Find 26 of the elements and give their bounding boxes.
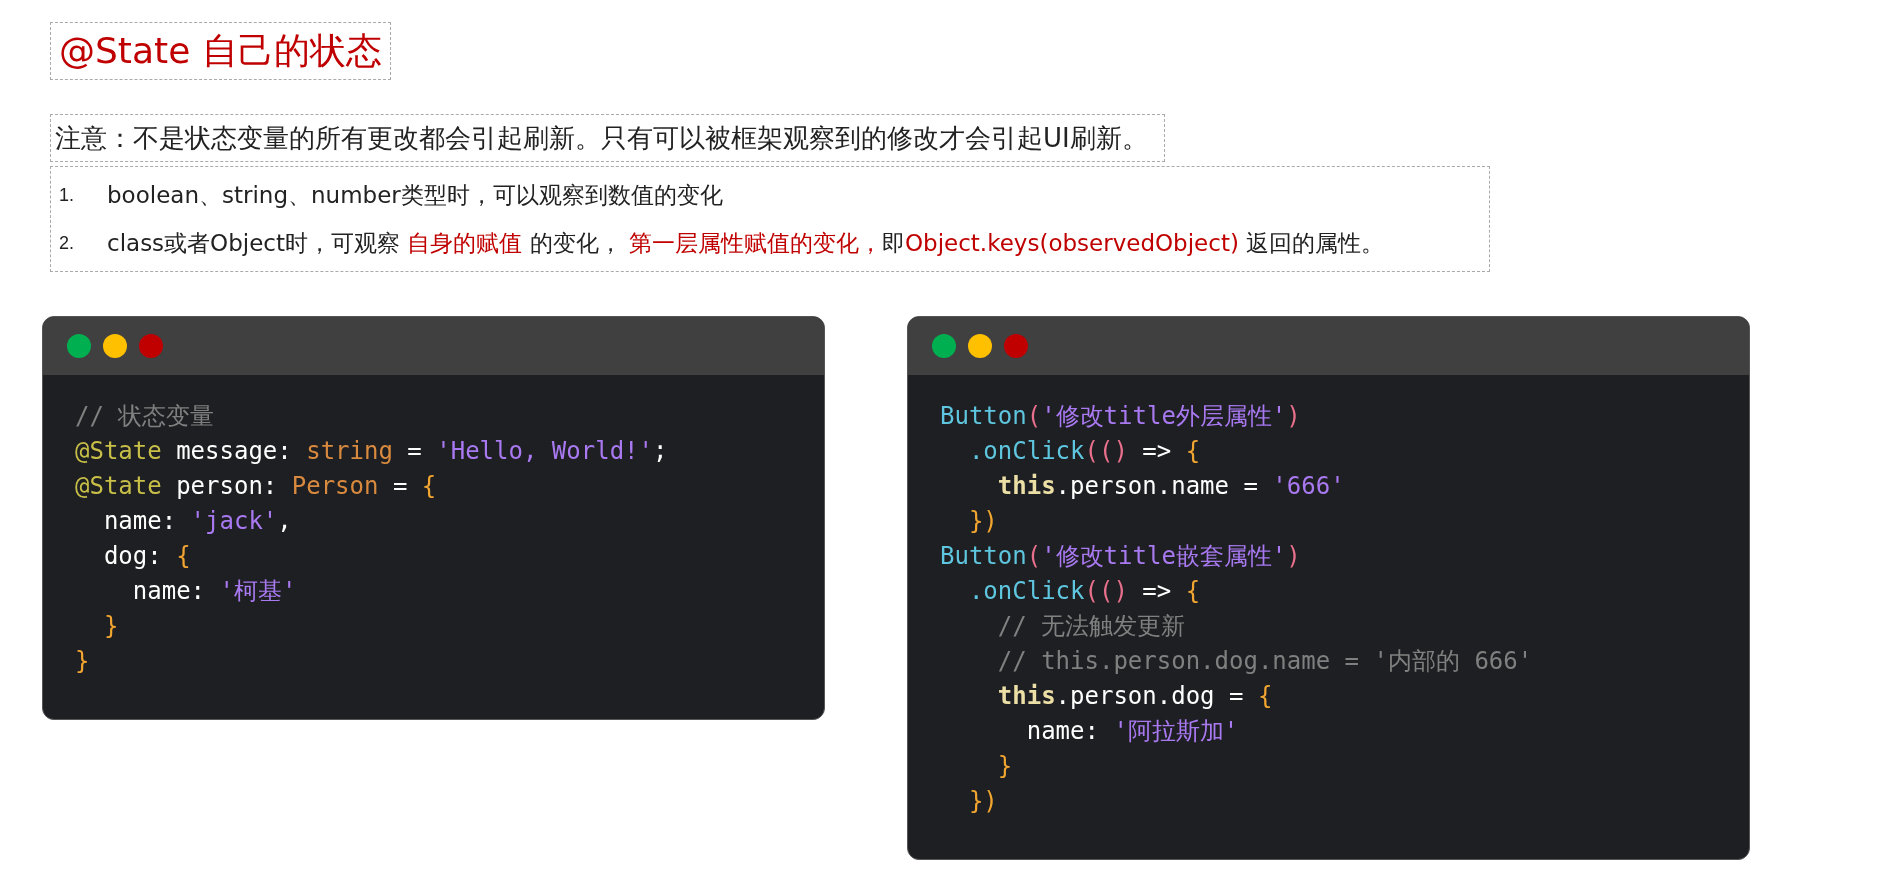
code-line: .onClick(() => { xyxy=(967,436,1202,467)
code-line: .onClick(() => { xyxy=(967,576,1202,607)
code-line: } xyxy=(996,751,1014,782)
list-text: boolean、string、number类型时，可以观察到数值的变化 xyxy=(107,180,723,210)
code-line: } xyxy=(102,611,120,642)
notice-text: 注意：不是状态变量的所有更改都会引起刷新。只有可以被框架观察到的修改才会引起UI刷新。 xyxy=(50,114,1165,162)
code-line: @State message: string = 'Hello, World!'; xyxy=(75,436,669,467)
code-line: // 状态变量 xyxy=(75,401,216,432)
list-text: class或者Object时，可观察 自身的赋值 的变化， 第一层属性赋值的变化，即Object.keys(observedObject) 返回的属性。 xyxy=(107,228,1385,258)
code-line: // 无法触发更新 xyxy=(996,611,1187,642)
code-line: Button('修改title嵌套属性') xyxy=(940,541,1302,572)
code-line: name: '阿拉斯加' xyxy=(1025,716,1240,747)
list-number: 1. xyxy=(58,183,75,207)
code-line: @State person: Person = { xyxy=(75,471,438,502)
code-line: this.person.name = '666' xyxy=(996,471,1346,502)
code-line: name: '柯基' xyxy=(131,576,298,607)
code-line: }) xyxy=(967,506,999,537)
code-line: name: 'jack', xyxy=(102,506,293,537)
code-line: // this.person.dog.name = '内部的 666' xyxy=(996,646,1534,677)
code-line: Button('修改title外层属性') xyxy=(940,401,1302,432)
code-line: } xyxy=(75,646,91,677)
code-line: }) xyxy=(967,786,999,817)
code-line: dog: { xyxy=(102,541,192,572)
slide-title: @State 自己的状态 xyxy=(50,22,391,80)
list-number: 2. xyxy=(58,231,75,255)
code-line: this.person.dog = { xyxy=(996,681,1274,712)
